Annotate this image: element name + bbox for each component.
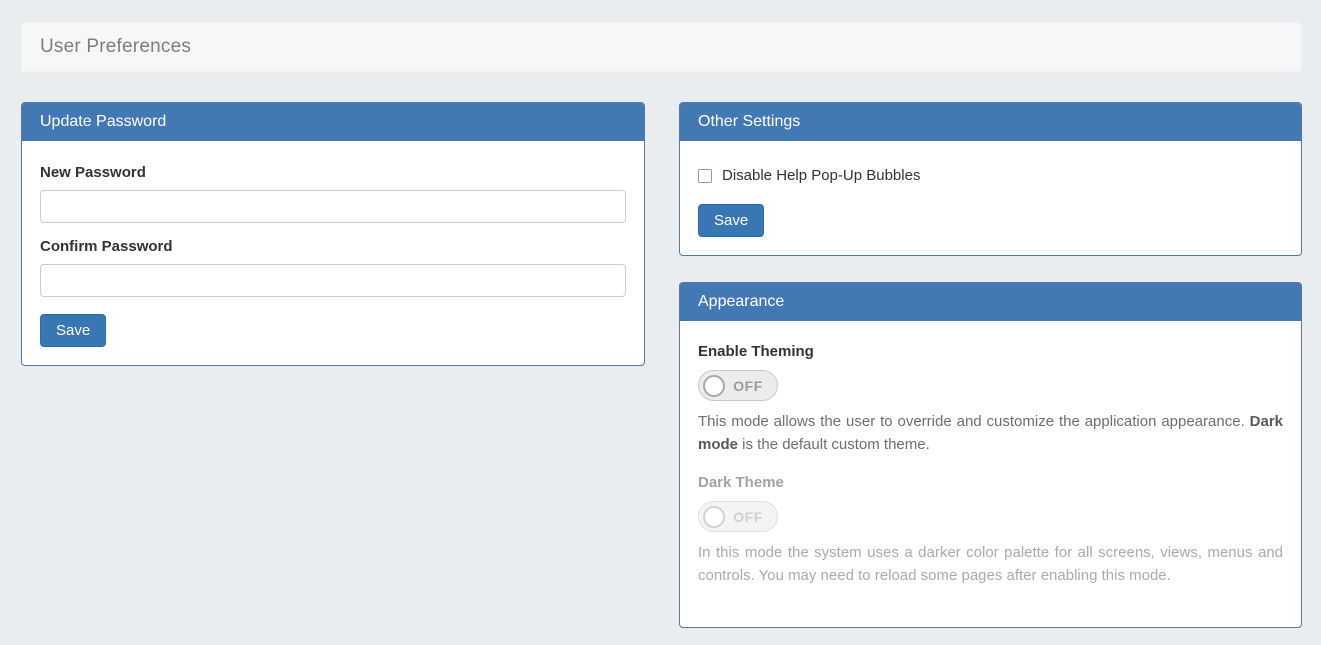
other-settings-body: Disable Help Pop-Up Bubbles Save xyxy=(680,141,1301,255)
user-preferences-page: User Preferences Update Password New Pas… xyxy=(0,0,1321,645)
update-password-body: New Password Confirm Password Save xyxy=(22,141,644,365)
update-password-save-button[interactable]: Save xyxy=(40,314,106,347)
appearance-title: Appearance xyxy=(698,293,784,311)
dark-theme-state: OFF xyxy=(725,509,771,525)
enable-theming-desc-part2: is the default custom theme. xyxy=(738,436,930,453)
page-title: User Preferences xyxy=(40,36,191,58)
toggle-knob-icon xyxy=(703,375,725,397)
update-password-panel: Update Password New Password Confirm Pas… xyxy=(21,102,645,366)
dark-theme-label: Dark Theme xyxy=(698,474,1283,491)
left-column: Update Password New Password Confirm Pas… xyxy=(21,102,645,366)
other-settings-header: Other Settings xyxy=(680,103,1301,141)
update-password-header: Update Password xyxy=(22,103,644,141)
new-password-label: New Password xyxy=(40,164,626,181)
other-settings-panel: Other Settings Disable Help Pop-Up Bubbl… xyxy=(679,102,1302,256)
appearance-header: Appearance xyxy=(680,283,1301,321)
enable-theming-label: Enable Theming xyxy=(698,343,1283,360)
page-title-bar: User Preferences xyxy=(21,22,1302,72)
content-columns: Update Password New Password Confirm Pas… xyxy=(21,102,1302,628)
enable-theming-desc-part1: This mode allows the user to override an… xyxy=(698,413,1250,430)
enable-theming-toggle[interactable]: OFF xyxy=(698,370,778,401)
right-column: Other Settings Disable Help Pop-Up Bubbl… xyxy=(679,102,1302,628)
dark-theme-toggle[interactable]: OFF xyxy=(698,501,778,532)
confirm-password-input[interactable] xyxy=(40,264,626,297)
disable-help-popups-label[interactable]: Disable Help Pop-Up Bubbles xyxy=(722,167,920,184)
disable-help-popups-row: Disable Help Pop-Up Bubbles xyxy=(698,167,1283,184)
other-settings-title: Other Settings xyxy=(698,113,800,131)
appearance-panel: Appearance Enable Theming OFF This mode … xyxy=(679,282,1302,628)
appearance-body: Enable Theming OFF This mode allows the … xyxy=(680,321,1301,627)
confirm-password-label: Confirm Password xyxy=(40,238,626,255)
disable-help-popups-checkbox[interactable] xyxy=(698,169,712,183)
new-password-input[interactable] xyxy=(40,190,626,223)
other-settings-save-button[interactable]: Save xyxy=(698,204,764,237)
update-password-title: Update Password xyxy=(40,113,166,131)
enable-theming-description: This mode allows the user to override an… xyxy=(698,411,1283,456)
toggle-knob-icon xyxy=(703,506,725,528)
enable-theming-state: OFF xyxy=(725,378,771,394)
dark-theme-description: In this mode the system uses a darker co… xyxy=(698,542,1283,587)
